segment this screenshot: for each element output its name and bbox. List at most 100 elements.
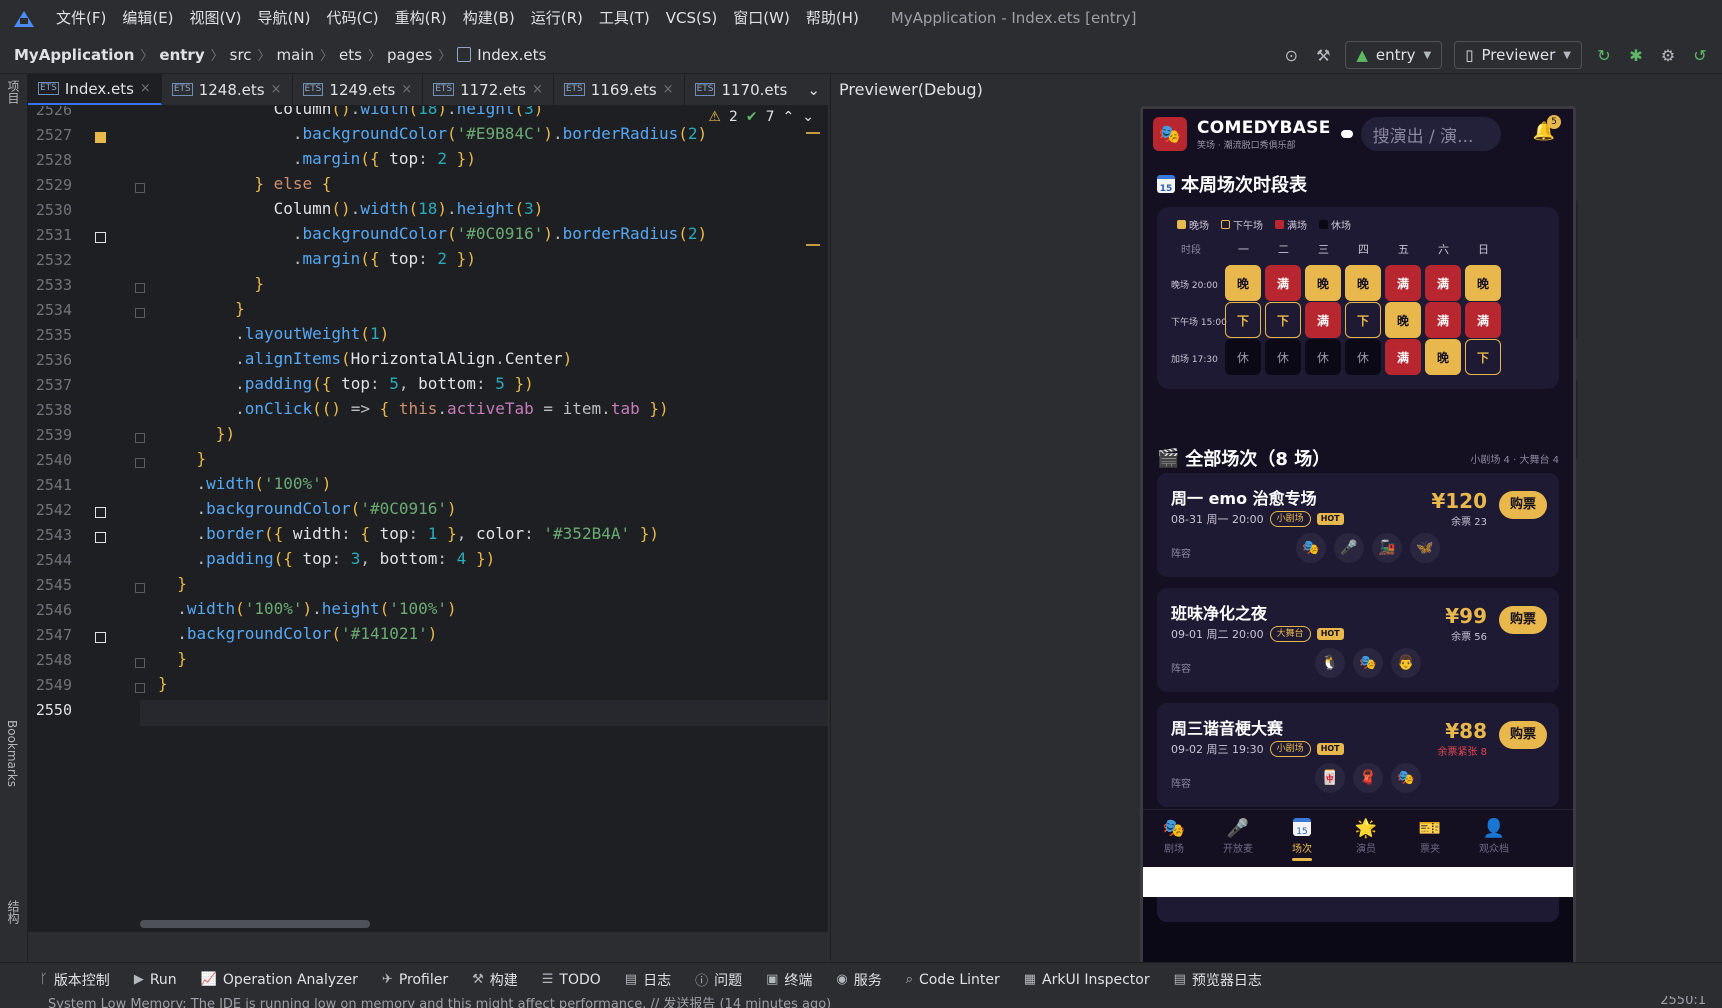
breadcrumb-ets[interactable]: ets (339, 46, 362, 64)
vcs-tool-button[interactable]: ᚴ 版本控制 (40, 970, 110, 990)
performer-avatar[interactable]: 🧣 (1353, 763, 1383, 793)
schedule-cell[interactable]: 休 (1345, 339, 1381, 375)
schedule-cell[interactable]: 满 (1305, 302, 1341, 338)
status-message[interactable]: System Low Memory: The IDE is running lo… (48, 996, 831, 1008)
menu-view[interactable]: 视图(V) (182, 0, 250, 36)
profiler-button[interactable]: ✈ Profiler (382, 972, 448, 988)
fold-icon[interactable] (135, 458, 145, 468)
fold-icon[interactable] (135, 183, 145, 193)
module-selector[interactable]: ▲ entry ▼ (1345, 41, 1443, 69)
color-swatch-icon[interactable] (95, 132, 106, 143)
show-card[interactable]: 周一 emo 治愈专场 08-31 周一 20:00 小剧场 HOT 余票 23 阵容 🎭 🎤… (1157, 473, 1559, 577)
debug-icon[interactable]: ✱ (1626, 45, 1646, 65)
performer-avatar[interactable]: 🚂 (1372, 533, 1402, 563)
tab-performers[interactable]: 🌟 演员 (1341, 818, 1391, 855)
color-swatch-icon[interactable] (95, 507, 106, 518)
breadcrumb-module[interactable]: entry (159, 46, 204, 64)
tab-1169-ets[interactable]: ETS 1169.ets × (554, 74, 685, 105)
rerun-icon[interactable]: ↻ (1594, 45, 1614, 65)
close-icon[interactable]: × (140, 81, 151, 96)
close-icon[interactable]: × (401, 82, 412, 97)
cursor-position[interactable]: 2550:1 (1660, 996, 1706, 1008)
show-card[interactable]: 班味净化之夜 09-01 周二 20:00 大舞台 HOT 余票 56 阵容 🐧 🎭 👨 ¥99 购… (1157, 588, 1559, 692)
performer-avatar[interactable]: 👨 (1391, 648, 1421, 678)
schedule-cell[interactable]: 休 (1265, 339, 1301, 375)
menu-vcs[interactable]: VCS(S) (658, 0, 725, 36)
fold-icon[interactable] (135, 658, 145, 668)
code-editor[interactable]: 2526 2527 2528 2529 2530 2531 2532 2533 2534 2535… (28, 106, 828, 932)
performer-avatar[interactable]: 🎭 (1296, 533, 1326, 563)
schedule-cell[interactable]: 晚 (1385, 302, 1421, 338)
services-button[interactable]: ◉ 服务 (836, 970, 881, 990)
hammer-icon[interactable]: ⚒ (1313, 45, 1333, 65)
performer-avatar[interactable]: 🎤 (1334, 533, 1364, 563)
target-icon[interactable]: ⊙ (1281, 45, 1301, 65)
schedule-cell[interactable]: 满 (1265, 265, 1301, 301)
run-tool-button[interactable]: ▶ Run (134, 972, 177, 988)
arkui-inspector-button[interactable]: ▦ ArkUI Inspector (1024, 972, 1150, 988)
menu-tools[interactable]: 工具(T) (591, 0, 658, 36)
schedule-cell[interactable]: 晚 (1305, 265, 1341, 301)
tab-1172-ets[interactable]: ETS 1172.ets × (423, 74, 554, 105)
tab-tickets[interactable]: 🎫 票夹 (1405, 818, 1455, 855)
performer-avatar[interactable]: 🎭 (1353, 648, 1383, 678)
breadcrumb-pages[interactable]: pages (387, 46, 432, 64)
menu-edit[interactable]: 编辑(E) (114, 0, 181, 36)
menu-file[interactable]: 文件(F) (48, 0, 114, 36)
schedule-cell[interactable]: 满 (1385, 339, 1421, 375)
schedule-cell[interactable]: 晚 (1345, 265, 1381, 301)
operation-analyzer-button[interactable]: 📈 Operation Analyzer (201, 972, 358, 988)
menu-code[interactable]: 代码(C) (318, 0, 386, 36)
schedule-cell[interactable]: 下 (1345, 302, 1381, 338)
tab-1249-ets[interactable]: ETS 1249.ets × (293, 74, 424, 105)
schedule-cell[interactable]: 下 (1225, 302, 1261, 338)
performer-avatar[interactable]: 🀄 (1315, 763, 1345, 793)
color-swatch-icon[interactable] (95, 232, 106, 243)
problems-button[interactable]: ⓘ 问题 (695, 970, 742, 990)
fold-icon[interactable] (135, 283, 145, 293)
tab-list-button[interactable]: ⌄ (797, 74, 830, 105)
device-selector[interactable]: ▯ Previewer ▼ (1454, 41, 1582, 69)
breadcrumb-file[interactable]: Index.ets (477, 46, 546, 64)
buy-ticket-button[interactable]: 购票 (1499, 721, 1547, 749)
tab-theater[interactable]: 🎭 剧场 (1149, 818, 1199, 855)
menu-run[interactable]: 运行(R) (523, 0, 591, 36)
schedule-cell[interactable]: 休 (1305, 339, 1341, 375)
fold-icon[interactable] (135, 583, 145, 593)
phone-preview[interactable]: 🎭 COMEDYBASE 笑场 · 潮流脱口秀俱乐部 搜演出 / 演... 🔔 … (1140, 106, 1576, 966)
tab-1170-ets[interactable]: ETS 1170.ets (685, 74, 798, 105)
fold-icon[interactable] (135, 683, 145, 693)
menu-help[interactable]: 帮助(H) (798, 0, 867, 36)
schedule-cell[interactable]: 满 (1465, 302, 1501, 338)
breadcrumb-main[interactable]: main (277, 46, 314, 64)
tab-profile[interactable]: 👤 观众档 (1469, 818, 1519, 855)
performer-avatar[interactable]: 🐧 (1315, 648, 1345, 678)
close-icon[interactable]: × (532, 82, 543, 97)
buy-ticket-button[interactable]: 购票 (1499, 491, 1547, 519)
schedule-cell[interactable]: 休 (1225, 339, 1261, 375)
project-tool-button[interactable]: 项目 (5, 80, 22, 104)
performer-avatar[interactable]: 🦋 (1410, 533, 1440, 563)
fold-icon[interactable] (135, 433, 145, 443)
schedule-cell[interactable]: 满 (1385, 265, 1421, 301)
bookmarks-tool-button[interactable]: Bookmarks (5, 720, 19, 787)
show-card[interactable]: 周三谐音梗大赛 09-02 周三 19:30 小剧场 HOT 余票紧张 8 阵容 🀄 🧣 🎭 ¥8… (1157, 703, 1559, 807)
breadcrumb-src[interactable]: src (230, 46, 252, 64)
schedule-cell[interactable]: 晚 (1425, 339, 1461, 375)
search-input[interactable]: 搜演出 / 演... (1360, 117, 1501, 151)
horizontal-scrollbar[interactable] (140, 920, 370, 928)
menu-refactor[interactable]: 重构(R) (387, 0, 455, 36)
tab-index-ets[interactable]: ETS Index.ets × (28, 74, 162, 105)
code-linter-button[interactable]: ⌕ Code Linter (906, 972, 1000, 988)
structure-tool-button[interactable]: 结构 (5, 900, 22, 924)
schedule-cell[interactable]: 晚 (1465, 265, 1501, 301)
schedule-cell[interactable]: 满 (1425, 265, 1461, 301)
restart-icon[interactable]: ↺ (1690, 45, 1710, 65)
color-swatch-icon[interactable] (95, 632, 106, 643)
schedule-cell[interactable]: 晚 (1225, 265, 1261, 301)
attach-debugger-icon[interactable]: ⚙ (1658, 45, 1678, 65)
chevron-up-icon[interactable]: ⌃ (783, 109, 795, 125)
previewer-log-button[interactable]: ▤ 预览器日志 (1174, 970, 1262, 990)
buy-ticket-button[interactable]: 购票 (1499, 606, 1547, 634)
tab-open-mic[interactable]: 🎤 开放麦 (1213, 818, 1263, 855)
